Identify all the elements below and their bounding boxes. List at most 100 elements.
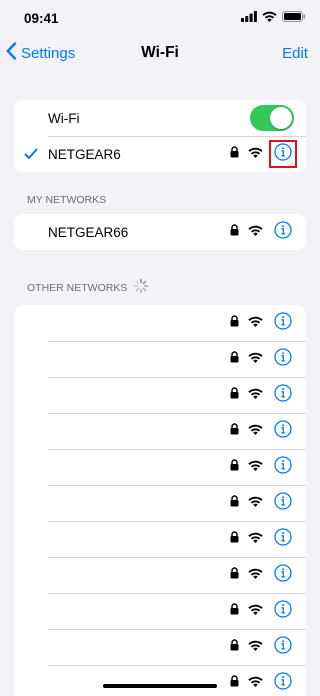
- wifi-signal-icon: [248, 602, 263, 620]
- wifi-signal-icon: [248, 674, 263, 692]
- network-row-icons: [230, 419, 294, 443]
- network-row[interactable]: [14, 413, 306, 449]
- wifi-signal-icon: [248, 386, 263, 404]
- network-row-icons: [230, 455, 294, 479]
- back-button[interactable]: Settings: [6, 42, 75, 64]
- network-row[interactable]: [14, 665, 306, 696]
- lock-icon: [230, 314, 239, 332]
- info-button[interactable]: [272, 383, 294, 407]
- info-icon: [274, 455, 292, 479]
- info-icon: [274, 220, 292, 244]
- status-bar: 09:41: [0, 0, 320, 36]
- info-button[interactable]: [272, 563, 294, 587]
- network-row[interactable]: [14, 377, 306, 413]
- lock-icon: [230, 350, 239, 368]
- wifi-signal-icon: [248, 422, 263, 440]
- network-row-icons: [230, 671, 294, 695]
- loading-spinner-icon: [133, 278, 149, 297]
- network-row[interactable]: [14, 305, 306, 341]
- other-networks-header-label: OTHER NETWORKS: [27, 281, 128, 294]
- lock-icon: [230, 422, 239, 440]
- network-row-icons: [230, 635, 294, 659]
- lock-icon: [230, 494, 239, 512]
- network-row-icons: [230, 563, 294, 587]
- home-indicator: [103, 684, 217, 688]
- info-icon: [274, 527, 292, 551]
- network-row-icons: [230, 527, 294, 551]
- wifi-signal-icon: [248, 638, 263, 656]
- lock-icon: [230, 638, 239, 656]
- navigation-bar: Settings Wi-Fi Edit: [0, 36, 320, 70]
- network-row[interactable]: [14, 449, 306, 485]
- info-button[interactable]: [272, 671, 294, 695]
- lock-icon: [230, 530, 239, 548]
- info-button[interactable]: [272, 220, 294, 244]
- lock-icon: [230, 602, 239, 620]
- connected-network-row[interactable]: NETGEAR6: [14, 136, 306, 172]
- info-icon: [274, 599, 292, 623]
- info-icon: [274, 311, 292, 335]
- wifi-signal-icon: [248, 458, 263, 476]
- back-button-label: Settings: [21, 44, 76, 62]
- wifi-signal-icon: [248, 566, 263, 584]
- wifi-signal-icon: [248, 350, 263, 368]
- wifi-toggle-row: Wi-Fi: [14, 100, 306, 136]
- info-button[interactable]: [272, 347, 294, 371]
- wifi-toggle-group: Wi-Fi NETGEAR6: [14, 100, 306, 172]
- network-row[interactable]: [14, 521, 306, 557]
- info-icon: [274, 383, 292, 407]
- other-networks-header: OTHER NETWORKS: [0, 278, 320, 297]
- info-icon: [274, 491, 292, 515]
- wifi-toggle-switch[interactable]: [250, 105, 294, 131]
- chevron-left-icon: [6, 42, 21, 64]
- wifi-toggle-label: Wi-Fi: [48, 110, 80, 126]
- lock-icon: [230, 566, 239, 584]
- my-networks-header-label: MY NETWORKS: [27, 194, 107, 206]
- wifi-signal-icon: [248, 530, 263, 548]
- info-button[interactable]: [272, 311, 294, 335]
- info-icon: [274, 635, 292, 659]
- network-row[interactable]: [14, 485, 306, 521]
- checkmark-icon: [24, 147, 38, 165]
- info-icon: [274, 347, 292, 371]
- connected-network-name: NETGEAR6: [48, 146, 121, 162]
- network-row-icons: [230, 311, 294, 335]
- status-icons: [241, 9, 306, 27]
- connected-network-icons: [230, 140, 297, 168]
- lock-icon: [230, 674, 239, 692]
- my-networks-header: MY NETWORKS: [0, 194, 320, 206]
- network-row[interactable]: [14, 341, 306, 377]
- cellular-signal-icon: [241, 9, 257, 27]
- network-row[interactable]: [14, 557, 306, 593]
- info-icon: [274, 142, 292, 166]
- network-row-icons: [230, 220, 294, 244]
- lock-icon: [230, 223, 239, 241]
- other-networks-group: [14, 305, 306, 696]
- info-button[interactable]: [272, 491, 294, 515]
- edit-button[interactable]: Edit: [282, 45, 308, 62]
- info-button[interactable]: [272, 635, 294, 659]
- network-row[interactable]: [14, 629, 306, 665]
- info-button[interactable]: [272, 419, 294, 443]
- lock-icon: [230, 145, 239, 163]
- network-name: NETGEAR66: [48, 224, 129, 240]
- lock-icon: [230, 386, 239, 404]
- network-row[interactable]: NETGEAR66: [14, 214, 306, 250]
- status-time: 09:41: [24, 10, 59, 26]
- info-icon: [274, 419, 292, 443]
- info-icon: [274, 671, 292, 695]
- wifi-signal-icon: [248, 314, 263, 332]
- info-button[interactable]: [269, 140, 297, 168]
- wifi-signal-icon: [248, 494, 263, 512]
- info-icon: [274, 563, 292, 587]
- lock-icon: [230, 458, 239, 476]
- battery-icon: [282, 9, 306, 27]
- network-row[interactable]: [14, 593, 306, 629]
- info-button[interactable]: [272, 527, 294, 551]
- network-row-icons: [230, 383, 294, 407]
- network-row-icons: [230, 491, 294, 515]
- info-button[interactable]: [272, 455, 294, 479]
- wifi-signal-icon: [248, 223, 263, 241]
- info-button[interactable]: [272, 599, 294, 623]
- wifi-signal-icon: [248, 145, 263, 163]
